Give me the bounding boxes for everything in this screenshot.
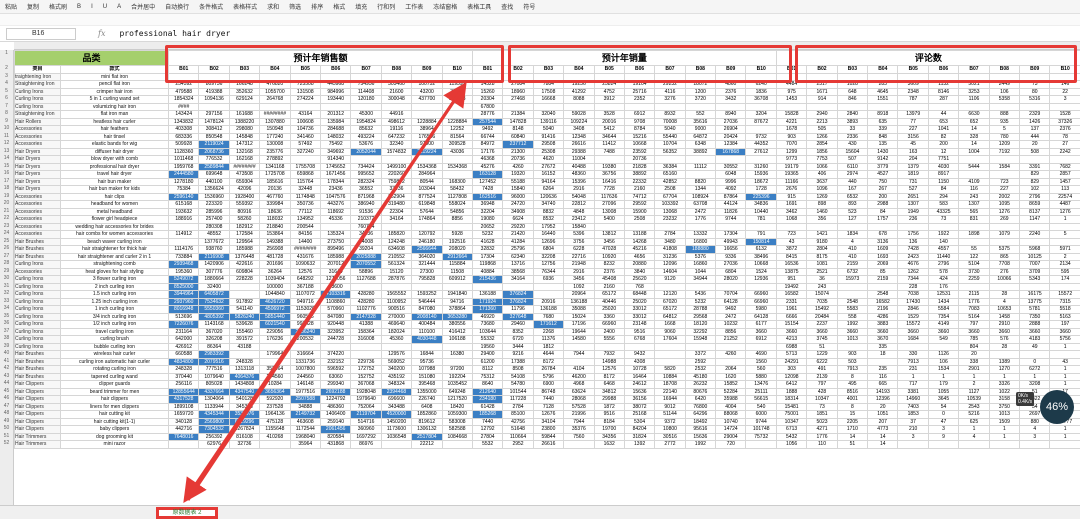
sheet-tab-bar: 原数据表 2 [0, 505, 1080, 519]
arrow-to-tab [183, 91, 462, 503]
annotation-arrows [183, 82, 467, 503]
speed-widget[interactable]: 46% [1040, 390, 1074, 424]
sheet-tab[interactable]: 原数据表 2 [156, 507, 218, 519]
network-speed: 0K/s 0.4K/s [1016, 392, 1035, 406]
